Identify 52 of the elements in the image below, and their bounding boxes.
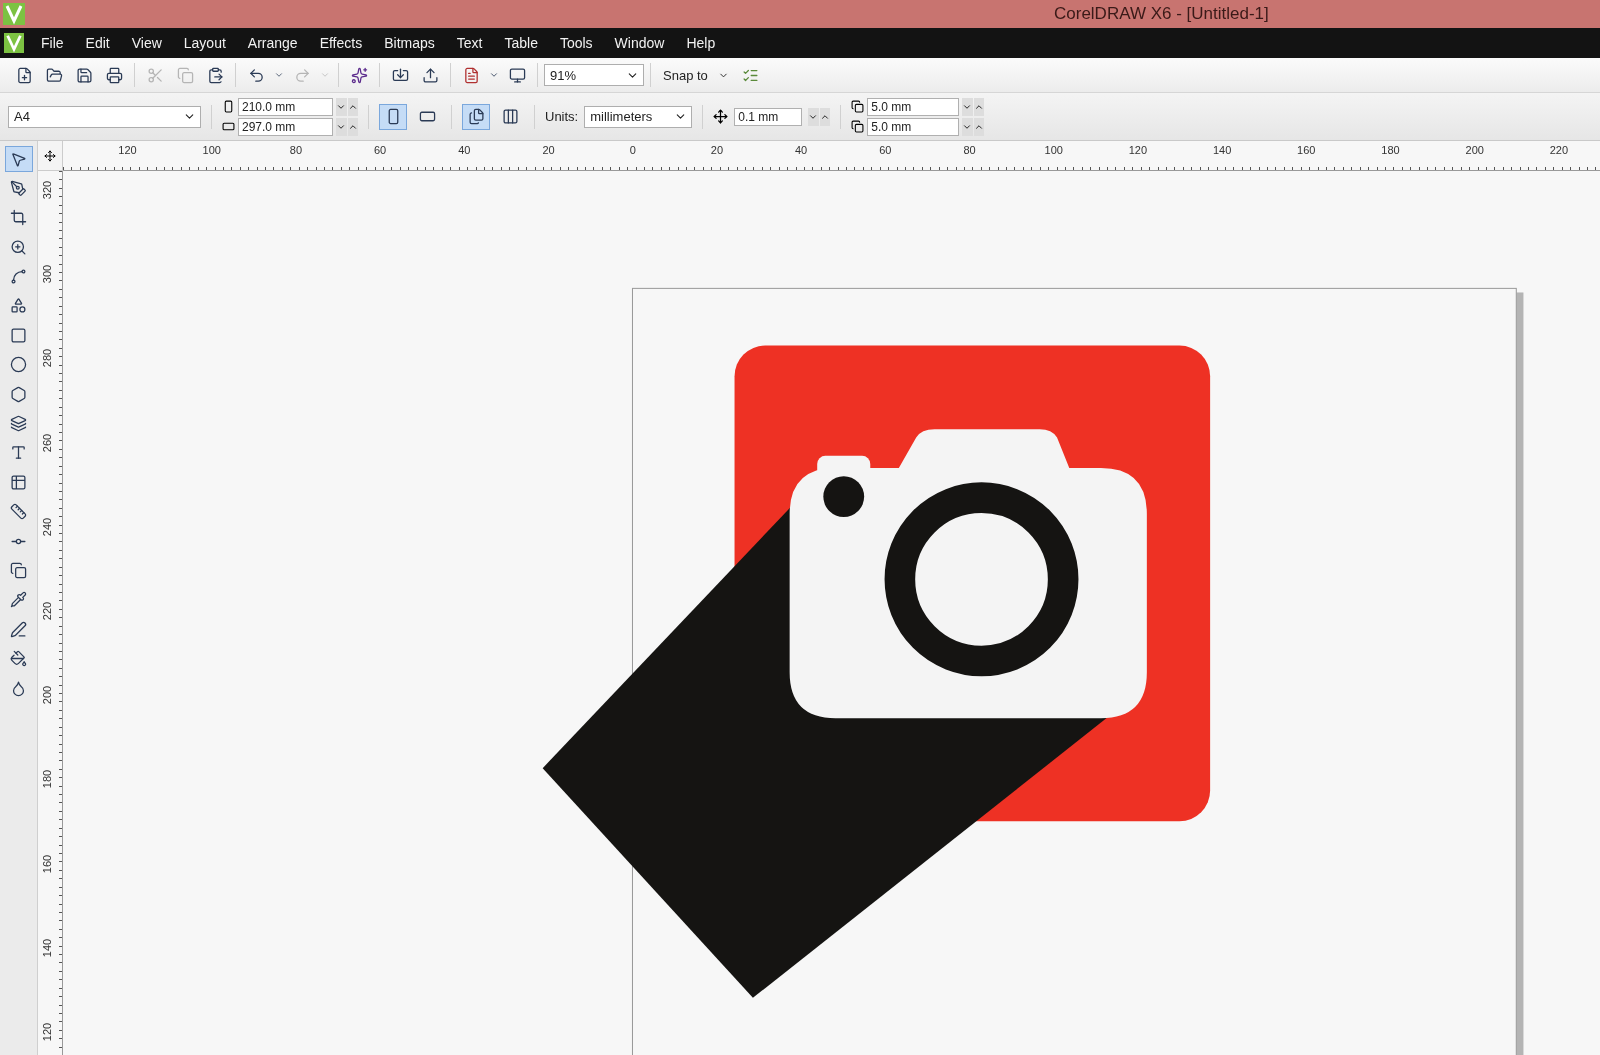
- menu-item[interactable]: Help: [675, 31, 727, 55]
- menu-item[interactable]: Tools: [548, 31, 604, 55]
- menu-item[interactable]: Edit: [74, 31, 121, 55]
- ruler-label: 120: [118, 144, 137, 156]
- window-title: CorelDRAW X6 - [Untitled-1]: [1054, 4, 1269, 24]
- menu-item[interactable]: Arrange: [236, 31, 309, 55]
- ruler-label: 80: [289, 144, 302, 156]
- snap-to-dropdown[interactable]: Snap to: [657, 67, 735, 83]
- ruler-label: 240: [41, 517, 53, 536]
- ruler-label: 140: [41, 938, 53, 957]
- width-field[interactable]: 210.0 mm: [238, 97, 333, 116]
- ruler-label: 280: [41, 349, 53, 368]
- ruler-label: 320: [41, 180, 53, 200]
- ruler-label: 200: [1465, 144, 1484, 156]
- menu-item[interactable]: View: [120, 31, 173, 55]
- menu-item[interactable]: Text: [445, 31, 494, 55]
- page-size-dropdown[interactable]: A4: [8, 105, 201, 128]
- duplicate-y-field[interactable]: 5.0 mm: [867, 117, 960, 136]
- duplicate-x-field[interactable]: 5.0 mm: [867, 97, 960, 116]
- menu-item[interactable]: Bitmaps: [373, 31, 446, 55]
- ruler-label: 60: [879, 144, 892, 156]
- nudge-field[interactable]: 0.1 mm: [734, 107, 803, 126]
- ruler-label: 220: [1549, 144, 1569, 156]
- menu-item[interactable]: File: [30, 31, 75, 55]
- ruler-label: 220: [41, 601, 53, 621]
- ruler-label: 260: [41, 433, 53, 452]
- ruler-label: 180: [41, 770, 53, 789]
- ruler-label: 80: [963, 144, 976, 156]
- menu-item[interactable]: Table: [493, 31, 549, 55]
- ruler-label: 100: [202, 144, 221, 156]
- units-label: Units:: [545, 109, 579, 124]
- ruler-label: 100: [1044, 144, 1063, 156]
- ruler-label: 180: [1381, 144, 1400, 156]
- ruler-label: 40: [458, 144, 471, 156]
- ruler-label: 120: [1128, 144, 1148, 156]
- ruler-label: 40: [794, 144, 808, 156]
- ruler-label: 0: [629, 144, 636, 156]
- ruler-label: 300: [41, 265, 53, 284]
- ruler-label: 160: [41, 854, 53, 873]
- ruler-label: 120: [41, 1022, 53, 1042]
- ruler-label: 20: [542, 144, 555, 156]
- ruler-label: 200: [41, 686, 53, 705]
- menu-item[interactable]: Layout: [172, 31, 237, 55]
- menu-item[interactable]: Window: [603, 31, 676, 55]
- menu-item[interactable]: Effects: [308, 31, 374, 55]
- ruler-label: 20: [710, 144, 723, 156]
- height-field[interactable]: 297.0 mm: [238, 117, 333, 136]
- ruler-label: 60: [373, 144, 387, 156]
- units-dropdown[interactable]: millimeters: [584, 105, 693, 128]
- zoom-dropdown[interactable]: 91%: [544, 64, 644, 86]
- ruler-label: 140: [1212, 144, 1232, 156]
- ruler-label: 160: [1297, 144, 1316, 156]
